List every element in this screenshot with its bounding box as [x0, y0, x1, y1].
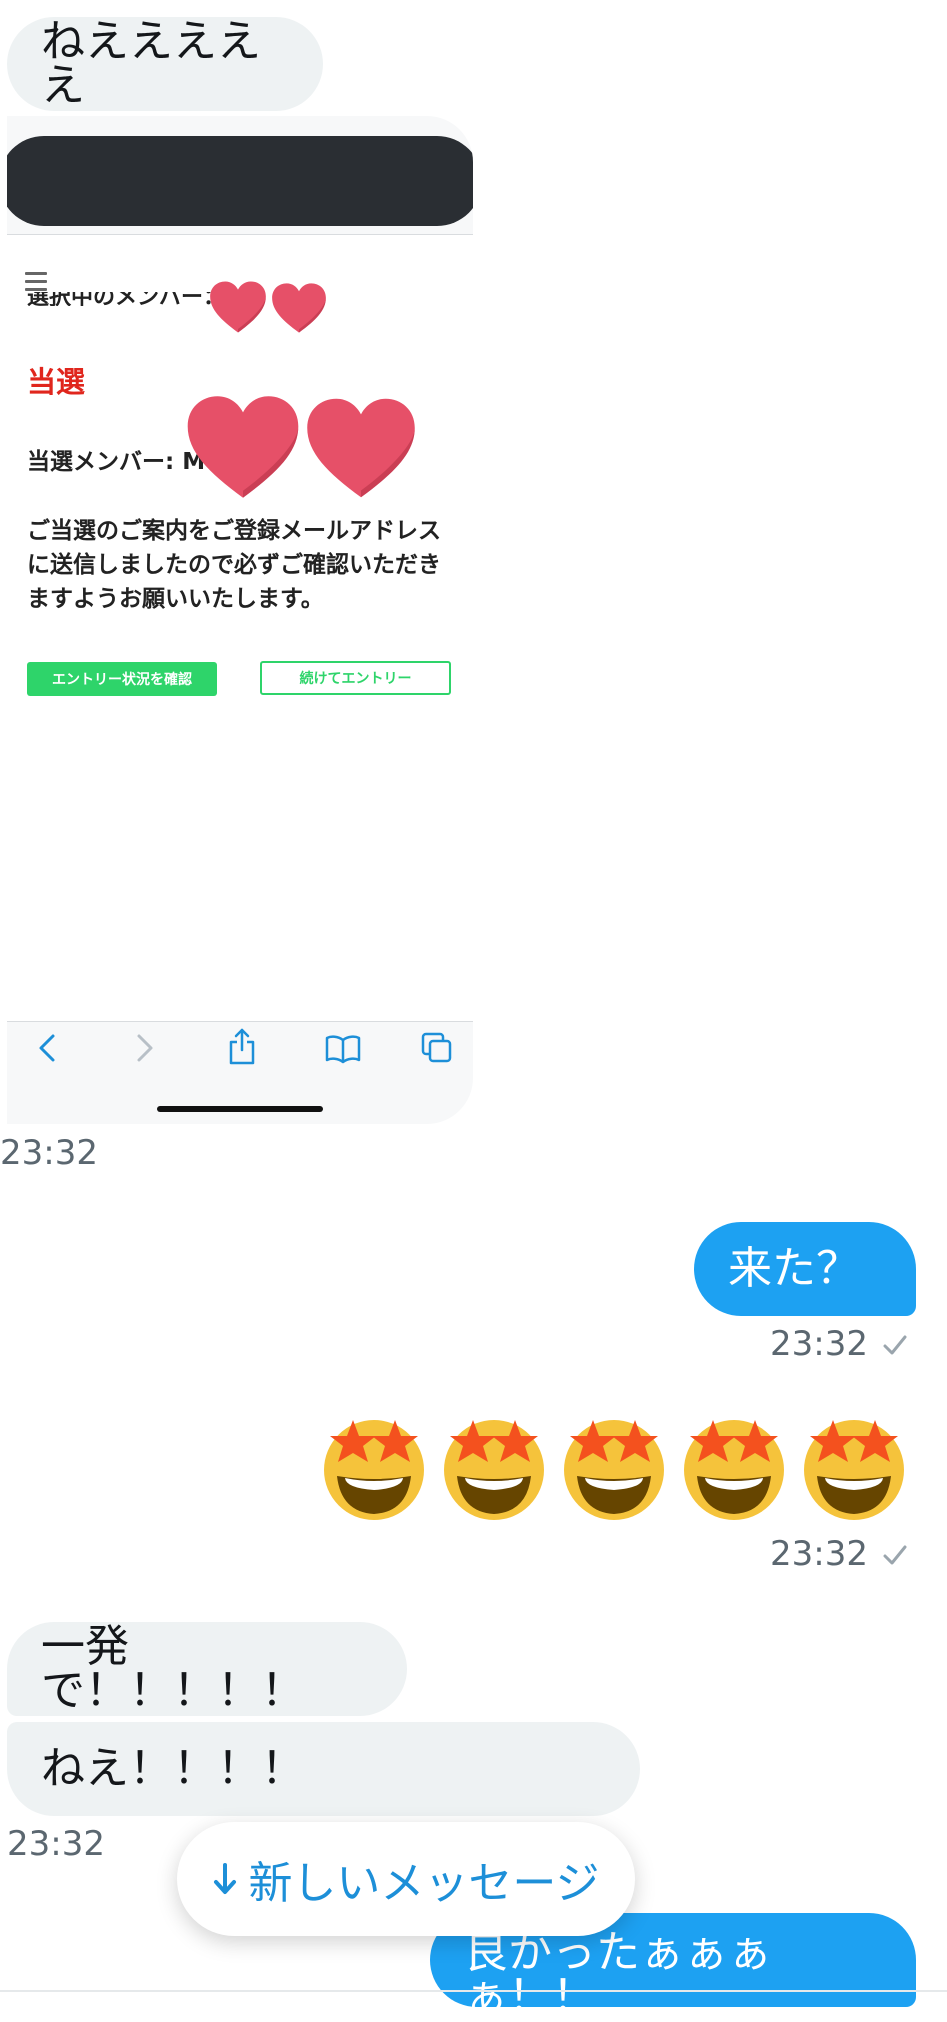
outgoing-message[interactable]: 来た？ — [694, 1222, 916, 1316]
message-timestamp: 23:32 — [7, 1824, 105, 1864]
message-timestamp: 23:32 — [770, 1534, 868, 1574]
win-title: 当選 — [27, 365, 86, 399]
chevron-left-icon — [39, 1034, 55, 1062]
star-struck-emoji — [324, 1420, 424, 1520]
message-text: 来た？ — [728, 1243, 860, 1294]
share-icon — [229, 1028, 255, 1065]
incoming-message[interactable]: ねえええええ — [7, 17, 323, 111]
entry-status-button: エントリー状況を確認 — [27, 662, 217, 696]
message-text: ねえええええ — [41, 16, 261, 111]
heart-icon — [307, 398, 415, 498]
redacted-bar — [7, 136, 473, 226]
message-text: 良かったぁぁぁぁ！！ — [464, 1927, 772, 2022]
image-message-screenshot[interactable]: 選択中のメンバー： 当選 当選メンバー: M ご当選のご案内をご登録メールアドレ… — [7, 116, 473, 1124]
star-struck-emoji — [804, 1420, 904, 1520]
message-timestamp: 23:32 — [770, 1324, 868, 1364]
new-message-button[interactable]: 新しいメッセージ — [177, 1822, 635, 1936]
tabs-icon — [421, 1032, 452, 1063]
incoming-message[interactable]: ねえ！！！！ — [7, 1722, 640, 1816]
heart-icon — [272, 283, 326, 333]
star-struck-emoji — [564, 1420, 664, 1520]
message-text: ねえ！！！！ — [41, 1743, 305, 1794]
screenshot-webpage — [7, 234, 473, 1022]
check-icon — [883, 1545, 907, 1565]
divider — [0, 1990, 947, 1992]
new-message-label: 新しいメッセージ — [248, 1858, 600, 1909]
book-icon — [325, 1035, 361, 1064]
continue-entry-button: 続けてエントリー — [260, 661, 451, 695]
star-struck-emoji — [684, 1420, 784, 1520]
incoming-message[interactable]: 一発で！！！！！ — [7, 1622, 407, 1716]
home-indicator — [157, 1106, 323, 1112]
message-timestamp: 23:32 — [0, 1133, 98, 1173]
heart-icon — [210, 281, 266, 333]
notice-text: ご当選のご案内をご登録メールアドレスに送信しましたので必ずご確認いただきますよう… — [27, 518, 441, 612]
arrow-down-icon — [214, 1863, 237, 1894]
star-struck-emoji — [444, 1420, 544, 1520]
cut-off-text: 選択中のメンバー： — [27, 292, 226, 306]
message-text: 一発で！！！！！ — [41, 1621, 305, 1716]
check-icon — [883, 1335, 907, 1355]
chevron-right-icon — [137, 1034, 153, 1062]
heart-icon — [187, 396, 299, 498]
winning-member-text: 当選メンバー: M — [27, 449, 206, 475]
